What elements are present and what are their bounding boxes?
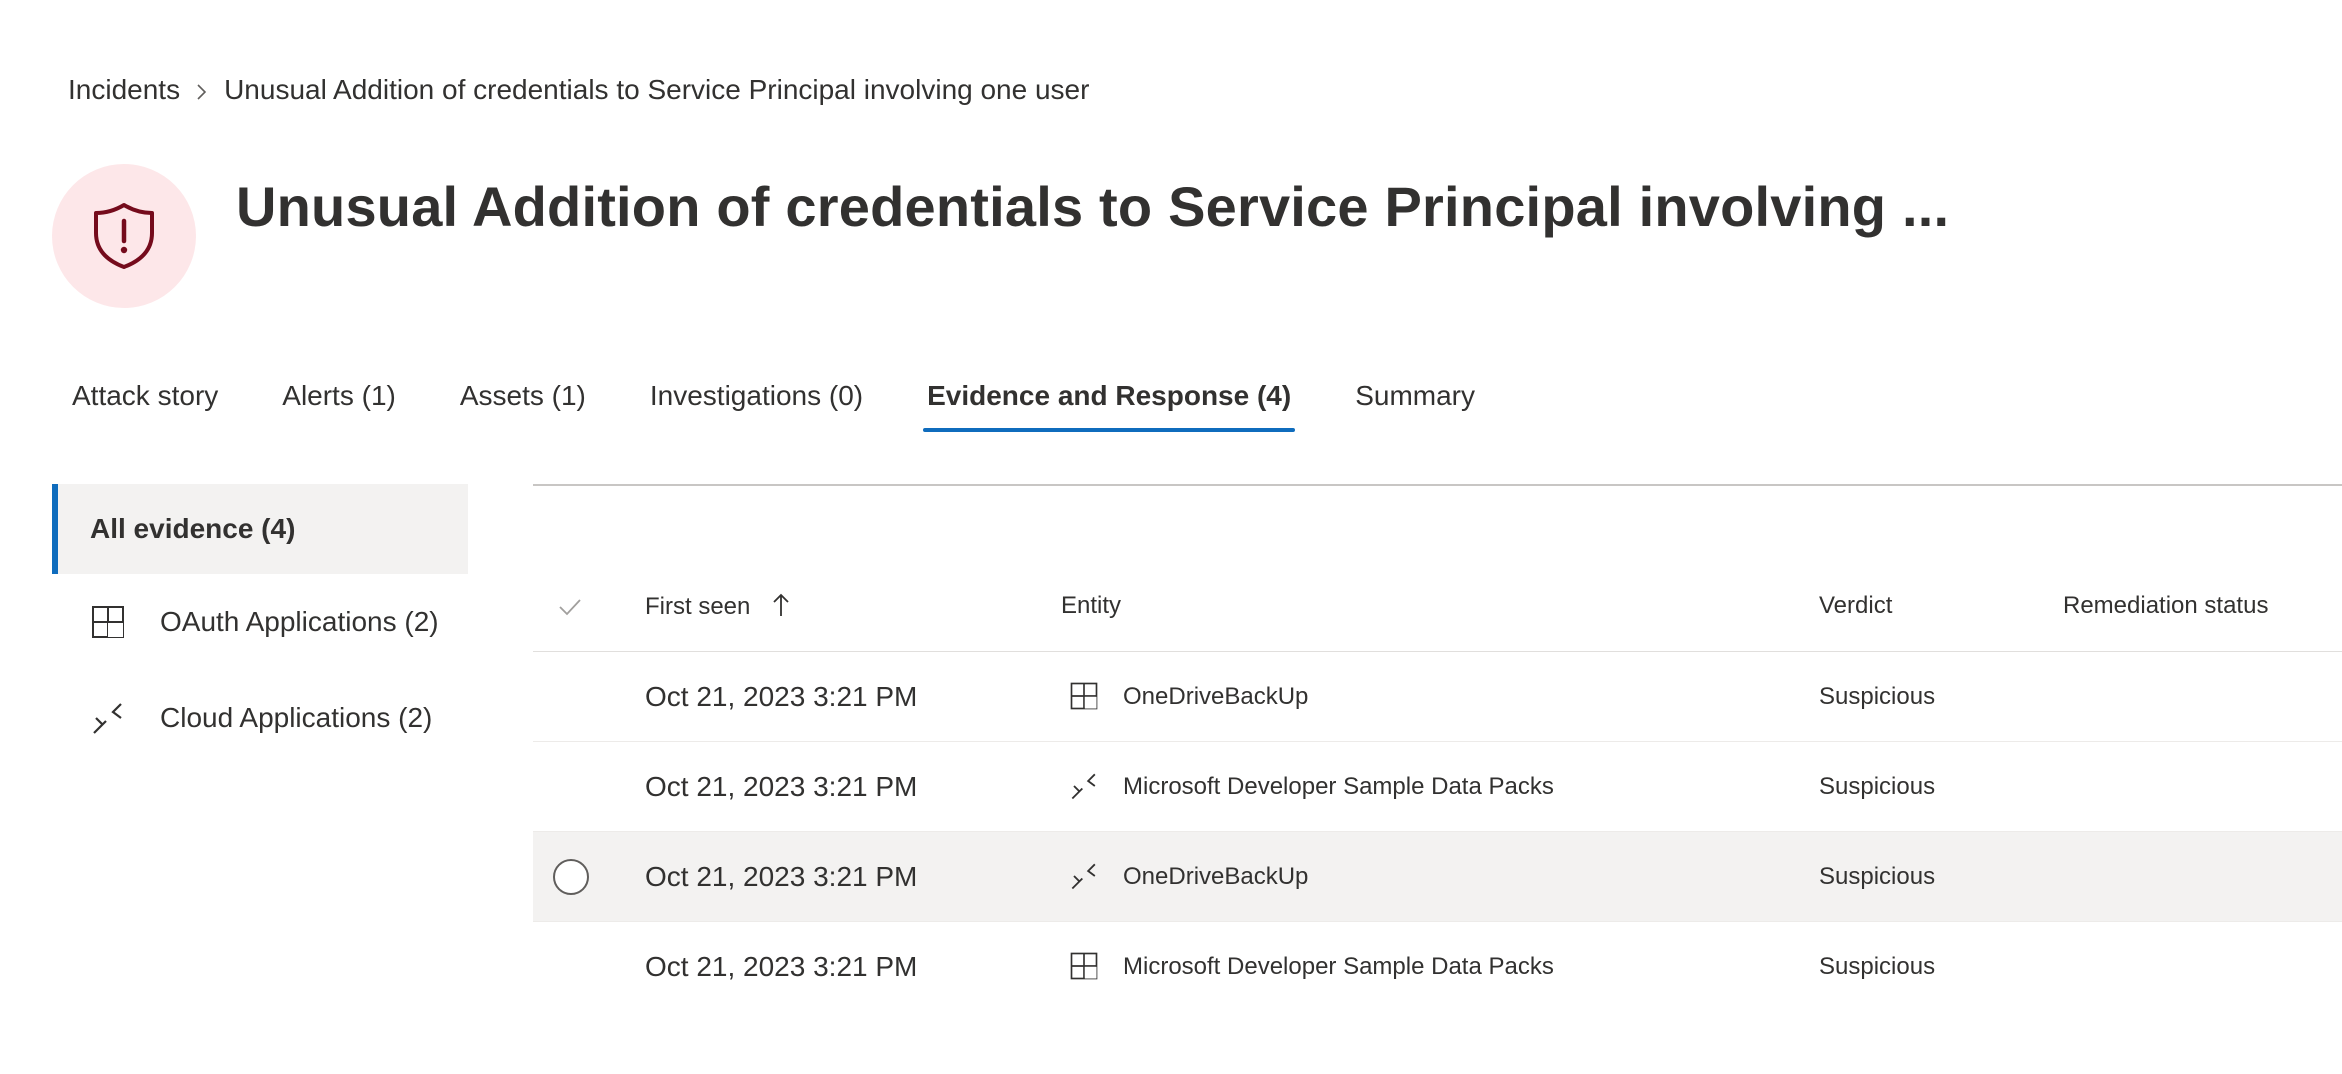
entity-cell[interactable]: Microsoft Developer Sample Data Packs	[1069, 742, 1554, 832]
column-header-remediation-status[interactable]: Remediation status	[2063, 592, 2268, 620]
sidebar-item-oauth-applications[interactable]: OAuth Applications (2)	[52, 574, 468, 670]
table-row[interactable]: Oct 21, 2023 3:21 PM Microsoft Developer…	[533, 922, 2342, 1012]
oauth-app-icon	[88, 602, 128, 642]
sidebar-item-label: Cloud Applications (2)	[160, 702, 433, 733]
sidebar-item-all-evidence[interactable]: All evidence (4)	[52, 484, 468, 574]
tab-alerts[interactable]: Alerts (1)	[282, 360, 396, 432]
verdict-cell: Suspicious	[1819, 683, 1936, 710]
select-all-checkmark-icon[interactable]	[555, 592, 585, 622]
first-seen-cell: Oct 21, 2023 3:21 PM	[645, 771, 918, 802]
entity-cell[interactable]: OneDriveBackUp	[1069, 652, 1308, 742]
incident-tabs: Attack story Alerts (1) Assets (1) Inves…	[72, 360, 1539, 432]
shield-alert-icon	[52, 164, 196, 308]
verdict-cell: Suspicious	[1819, 773, 1936, 800]
entity-cell[interactable]: OneDriveBackUp	[1069, 832, 1308, 922]
breadcrumb: Incidents Unusual Addition of credential…	[68, 74, 1089, 106]
table-row[interactable]: Oct 21, 2023 3:21 PM OneDriveBackUp Susp…	[533, 652, 2342, 742]
evidence-filter-sidebar: All evidence (4) OAuth Applications (2) …	[52, 484, 468, 766]
entity-cell[interactable]: Microsoft Developer Sample Data Packs	[1069, 922, 1554, 1012]
row-select-radio[interactable]	[553, 832, 591, 922]
tab-assets[interactable]: Assets (1)	[460, 360, 586, 432]
evidence-grid: First seen Entity Verdict Remediation st…	[533, 484, 2342, 982]
table-row[interactable]: Oct 21, 2023 3:21 PM OneDriveBackUp Susp…	[533, 832, 2342, 922]
cloud-app-icon	[1069, 861, 1101, 893]
evidence-rows: Oct 21, 2023 3:21 PM OneDriveBackUp Susp…	[533, 652, 2342, 1012]
column-header-first-seen[interactable]: First seen	[645, 592, 791, 621]
cloud-app-icon	[88, 698, 128, 738]
tab-summary[interactable]: Summary	[1355, 360, 1475, 432]
tab-investigations[interactable]: Investigations (0)	[650, 360, 863, 432]
sidebar-item-label: All evidence (4)	[90, 513, 296, 544]
first-seen-cell: Oct 21, 2023 3:21 PM	[645, 861, 918, 892]
breadcrumb-incidents-link[interactable]: Incidents	[68, 74, 180, 106]
cloud-app-icon	[1069, 771, 1101, 803]
first-seen-cell: Oct 21, 2023 3:21 PM	[645, 951, 918, 982]
verdict-cell: Suspicious	[1819, 863, 1936, 890]
first-seen-cell: Oct 21, 2023 3:21 PM	[645, 681, 918, 712]
tab-evidence-and-response[interactable]: Evidence and Response (4)	[923, 360, 1296, 432]
page-title: Unusual Addition of credentials to Servi…	[236, 175, 1950, 238]
radio-circle-icon	[553, 859, 589, 895]
arrow-up-icon	[773, 593, 789, 616]
chevron-right-icon	[180, 74, 224, 106]
tab-attack-story[interactable]: Attack story	[72, 360, 218, 432]
sidebar-item-cloud-applications[interactable]: Cloud Applications (2)	[52, 670, 468, 766]
table-row[interactable]: Oct 21, 2023 3:21 PM Microsoft Developer…	[533, 742, 2342, 832]
oauth-app-icon	[1069, 681, 1101, 713]
column-header-verdict[interactable]: Verdict	[1819, 592, 1892, 620]
verdict-cell: Suspicious	[1819, 953, 1936, 980]
sidebar-item-label: OAuth Applications (2)	[160, 606, 439, 637]
breadcrumb-current: Unusual Addition of credentials to Servi…	[224, 74, 1090, 105]
grid-header: First seen Entity Verdict Remediation st…	[533, 586, 2342, 652]
oauth-app-icon	[1069, 951, 1101, 983]
column-header-entity[interactable]: Entity	[1061, 592, 1121, 620]
